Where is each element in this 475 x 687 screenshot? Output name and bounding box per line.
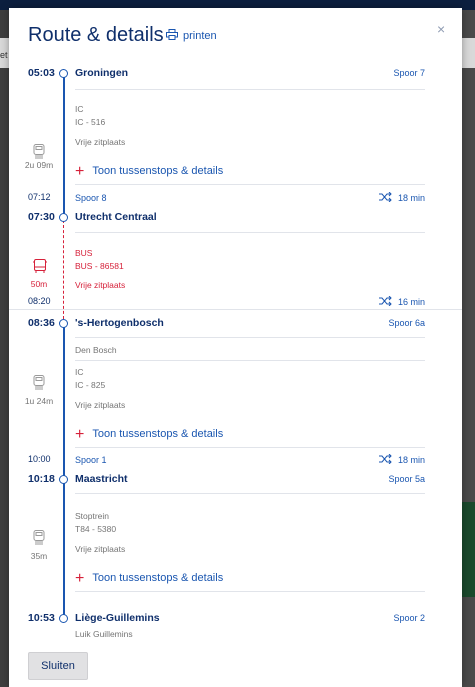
departure-time: 05:03: [28, 67, 55, 79]
divider: [9, 309, 462, 310]
departure-time: 07:30: [28, 211, 55, 223]
timeline-line: [63, 326, 65, 616]
stop-dot: [59, 69, 68, 78]
close-icon[interactable]: ×: [437, 21, 445, 37]
toggle-details-button[interactable]: + Toon tussenstops & details: [75, 162, 224, 180]
divider: [75, 89, 425, 90]
stop-dot: [59, 475, 68, 484]
stop-dot: [59, 213, 68, 222]
shuffle-icon: [378, 191, 392, 204]
departure-time: 08:36: [28, 317, 55, 329]
transfer-time: 16 min: [378, 295, 425, 308]
background-left: [0, 10, 9, 687]
arrival-platform: Spoor 1: [75, 455, 107, 465]
station-name: Liège-Guillemins: [75, 612, 160, 624]
toggle-details-label: Toon tussenstops & details: [92, 428, 224, 440]
station-name: Maastricht: [75, 473, 128, 485]
stop-dot: [59, 614, 68, 623]
divider: [75, 337, 425, 338]
seat-info: Vrije zitplaats: [75, 137, 126, 147]
leg-number: T84 - 5380: [75, 524, 117, 534]
arrival-platform: Spoor 8: [75, 193, 107, 203]
leg-duration: 1u 24m: [24, 396, 54, 406]
plus-icon: +: [75, 162, 85, 180]
leg-duration: 2u 09m: [24, 160, 54, 170]
train-icon: [33, 375, 45, 395]
printer-icon: [166, 29, 178, 43]
divider: [75, 360, 425, 361]
arrival-time: 10:00: [28, 454, 51, 464]
leg-type: IC: [75, 367, 84, 377]
plus-icon: +: [75, 425, 85, 443]
print-label: printen: [183, 30, 217, 42]
transfer-duration: 18 min: [397, 455, 425, 465]
modal-title: Route & details: [28, 24, 164, 46]
toggle-details-button[interactable]: + Toon tussenstops & details: [75, 425, 224, 443]
station-name: 's-Hertogenbosch: [75, 317, 164, 329]
seat-info: Vrije zitplaats: [75, 280, 126, 290]
transfer-duration: 16 min: [397, 297, 425, 307]
divider: [75, 591, 425, 592]
station-alias: Luik Guillemins: [75, 629, 133, 639]
arrival-time: 08:20: [28, 296, 51, 306]
timeline-line: [63, 76, 65, 216]
toggle-details-button[interactable]: + Toon tussenstops & details: [75, 569, 224, 587]
transfer-time: 18 min: [378, 453, 425, 466]
platform: Spoor 7: [393, 68, 425, 78]
shuffle-icon: [378, 453, 392, 466]
background-left-text: et: [0, 50, 8, 60]
platform: Spoor 6a: [388, 318, 425, 328]
transfer-duration: 18 min: [397, 193, 425, 203]
leg-duration: 50m: [30, 279, 48, 289]
train-icon: [33, 530, 45, 550]
seat-info: Vrije zitplaats: [75, 544, 126, 554]
station-alias: Den Bosch: [75, 345, 117, 355]
background-right-green: [462, 502, 475, 597]
arrival-time: 07:12: [28, 192, 51, 202]
divider: [75, 493, 425, 494]
leg-type: BUS: [75, 248, 93, 258]
departure-time: 10:18: [28, 473, 55, 485]
platform: Spoor 5a: [388, 474, 425, 484]
toggle-details-label: Toon tussenstops & details: [92, 572, 224, 584]
leg-number: IC - 825: [75, 380, 106, 390]
leg-number: IC - 516: [75, 117, 106, 127]
leg-type: Stoptrein: [75, 511, 110, 521]
divider: [75, 232, 425, 233]
platform: Spoor 2: [393, 613, 425, 623]
arrival-time-final: 10:53: [28, 612, 55, 624]
plus-icon: +: [75, 569, 85, 587]
leg-number: BUS - 86581: [75, 261, 124, 271]
leg-type: IC: [75, 104, 84, 114]
route-details-modal: Route & details printen × 05:03 Groninge…: [9, 8, 462, 687]
leg-duration: 35m: [30, 551, 48, 561]
divider: [75, 184, 425, 185]
station-name: Utrecht Centraal: [75, 211, 157, 223]
stop-dot: [59, 319, 68, 328]
print-button[interactable]: printen: [166, 29, 217, 43]
station-name: Groningen: [75, 67, 129, 79]
transfer-time: 18 min: [378, 191, 425, 204]
background-right-strip: [462, 38, 475, 68]
close-button[interactable]: Sluiten: [28, 652, 88, 680]
shuffle-icon: [378, 295, 392, 308]
toggle-details-label: Toon tussenstops & details: [92, 165, 224, 177]
bus-icon: [33, 258, 47, 279]
seat-info: Vrije zitplaats: [75, 400, 126, 410]
divider: [75, 447, 425, 448]
